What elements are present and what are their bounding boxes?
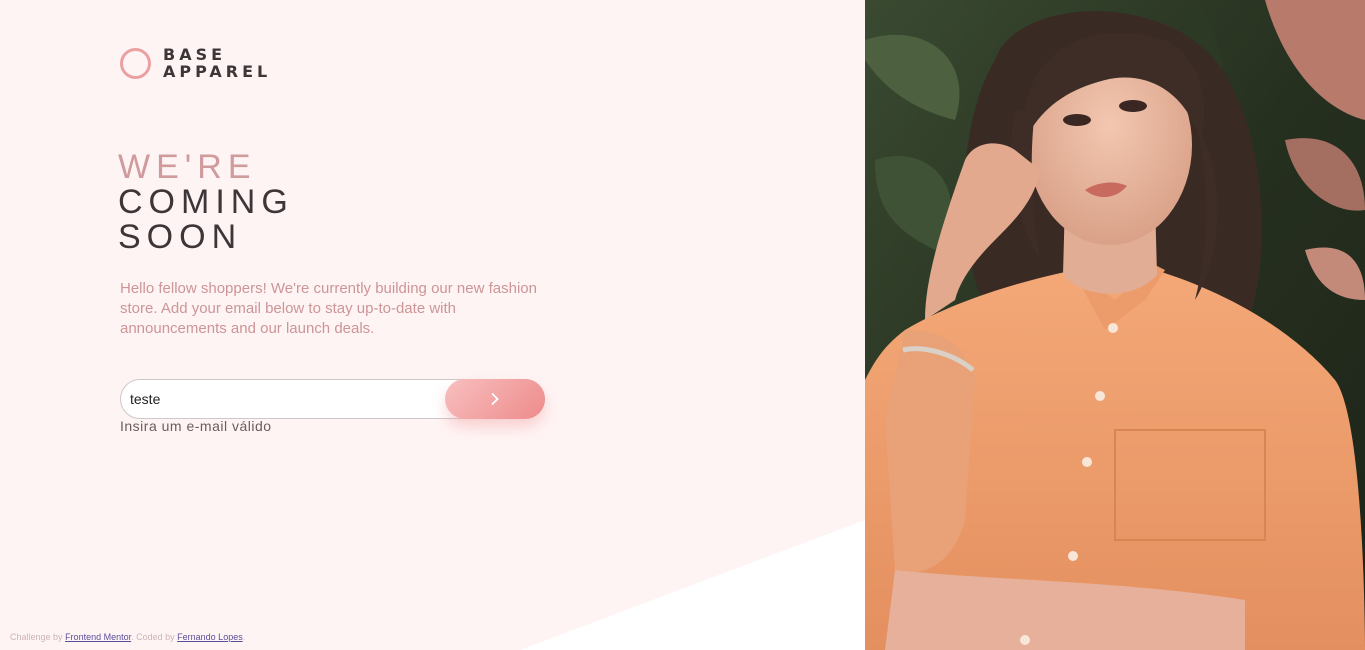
footer-coded-prefix: . Coded by — [131, 632, 175, 642]
submit-button[interactable] — [445, 379, 545, 419]
subscribe-form — [120, 379, 545, 419]
brand-logo[interactable]: BASE APPAREL — [120, 46, 271, 80]
headline-line-1: WE'RE — [118, 148, 257, 186]
page-title: WE'RE COMING SOON — [118, 150, 294, 255]
frontend-mentor-link[interactable]: Frontend Mentor — [65, 632, 131, 642]
logo-text: BASE APPAREL — [163, 46, 271, 80]
author-link[interactable]: Fernando Lopes — [177, 632, 243, 642]
email-error-message: Insira um e-mail válido — [120, 418, 272, 434]
left-panel: BASE APPAREL WE'RE COMING SOON Hello fel… — [0, 0, 865, 650]
logo-line-1: BASE — [163, 45, 227, 64]
attribution-footer: Challenge by Frontend Mentor. Coded by F… — [10, 632, 245, 642]
hero-image — [865, 0, 1365, 650]
headline-line-3: SOON — [118, 218, 243, 256]
footer-challenge-prefix: Challenge by — [10, 632, 63, 642]
footer-suffix: . — [242, 632, 246, 642]
logo-line-2: APPAREL — [163, 62, 272, 81]
woman-in-orange-shirt-photo — [865, 0, 1365, 650]
chevron-right-icon — [491, 392, 499, 406]
description-text: Hello fellow shoppers! We're currently b… — [120, 280, 537, 337]
headline-line-2: COMING — [118, 183, 294, 221]
logo-circle-icon — [120, 47, 151, 79]
